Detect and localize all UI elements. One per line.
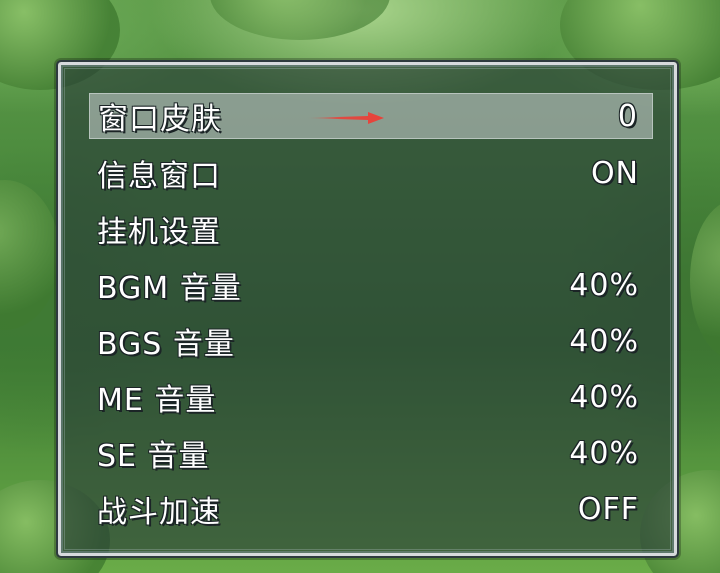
- red-arrow-icon: [306, 112, 384, 124]
- option-value: 40%: [569, 323, 639, 359]
- option-value: 0: [617, 98, 638, 134]
- option-label: 挂机设置: [97, 215, 221, 250]
- option-battle-speed[interactable]: 战斗加速 OFF: [89, 486, 653, 532]
- option-value: 40%: [569, 435, 639, 471]
- option-value: 40%: [569, 267, 639, 303]
- option-value: OFF: [577, 491, 639, 527]
- option-label: 信息窗口: [97, 159, 221, 194]
- option-me-volume[interactable]: ME 音量 40%: [89, 374, 653, 420]
- option-value: ON: [590, 155, 639, 191]
- option-label: ME 音量: [97, 383, 217, 418]
- option-label: BGM 音量: [97, 271, 242, 306]
- options-window: 窗口皮肤 0 信息窗口 ON 挂机设置 BGM 音量 40% BGS 音量 40…: [56, 60, 679, 558]
- option-bgs-volume[interactable]: BGS 音量 40%: [89, 318, 653, 364]
- option-se-volume[interactable]: SE 音量 40%: [89, 430, 653, 476]
- option-label: 战斗加速: [97, 495, 221, 530]
- option-auto-settings[interactable]: 挂机设置: [89, 206, 653, 252]
- option-value: 40%: [569, 379, 639, 415]
- option-label: BGS 音量: [97, 327, 235, 362]
- option-bgm-volume[interactable]: BGM 音量 40%: [89, 262, 653, 308]
- option-label: SE 音量: [97, 439, 210, 474]
- option-label: 窗口皮肤: [98, 102, 222, 137]
- option-message-window[interactable]: 信息窗口 ON: [89, 150, 653, 196]
